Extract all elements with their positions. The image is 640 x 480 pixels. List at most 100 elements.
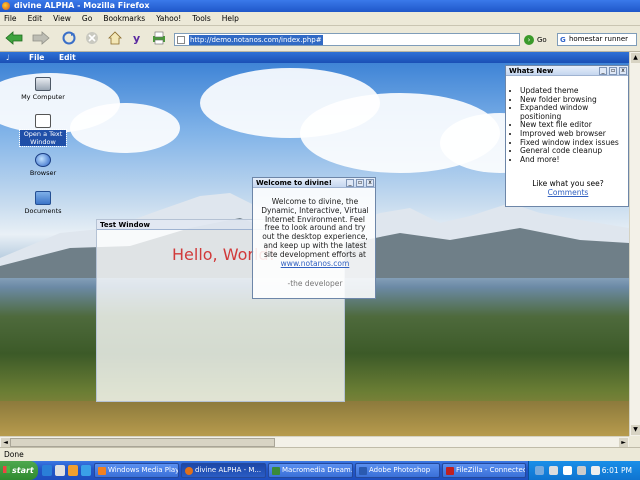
print-button[interactable] (150, 30, 168, 46)
quicklaunch-ie-icon[interactable] (42, 465, 52, 476)
address-bar[interactable]: http://demo.notanos.com/index.php# (174, 33, 520, 46)
go-arrow-icon: › (524, 34, 534, 45)
menu-yahoo[interactable]: Yahoo! (156, 14, 181, 23)
close-button[interactable]: x (619, 67, 627, 75)
folder-icon (35, 191, 51, 205)
task-firefox[interactable]: divine ALPHA - M... (181, 463, 266, 478)
vertical-scrollbar[interactable]: ▲ ▼ (629, 52, 640, 436)
menu-go[interactable]: Go (82, 14, 92, 23)
taskbar: start Windows Media Player divine ALPHA … (0, 461, 640, 480)
whats-new-question: Like what you see? (532, 179, 604, 188)
task-photoshop[interactable]: Adobe Photoshop (355, 463, 440, 478)
menu-help[interactable]: Help (222, 14, 239, 23)
tray-help-icon[interactable] (563, 466, 572, 475)
app-menu-edit[interactable]: Edit (59, 52, 76, 63)
app-menu-bar: ♩ File Edit (0, 52, 629, 63)
stop-button[interactable] (83, 30, 101, 46)
notanos-link[interactable]: www.notanos.com (281, 259, 350, 268)
task-label: Macromedia Dream... (282, 466, 353, 474)
stop-icon (86, 32, 98, 44)
welcome-signature: -the developer (287, 279, 343, 288)
whats-new-list: Updated theme New folder browsing Expand… (520, 86, 628, 165)
close-button[interactable]: x (366, 179, 374, 187)
yahoo-y-icon: y (133, 32, 140, 45)
forward-arrow-icon (32, 31, 50, 45)
google-icon: G (560, 36, 566, 44)
menu-tools[interactable]: Tools (192, 14, 210, 23)
menu-bookmarks[interactable]: Bookmarks (103, 14, 145, 23)
back-button[interactable] (3, 30, 25, 46)
home-button[interactable] (106, 30, 124, 46)
desktop-icon-label: Documents (24, 207, 62, 215)
tray-volume-icon[interactable] (591, 466, 600, 475)
scroll-down-icon[interactable]: ▼ (631, 425, 640, 435)
scroll-right-icon[interactable]: ► (619, 438, 628, 447)
status-bar: Done (0, 447, 640, 461)
reload-icon (62, 31, 76, 45)
media-player-icon (98, 467, 106, 475)
svg-text:y: y (133, 32, 140, 45)
window-titlebar: divine ALPHA - Mozilla Firefox (0, 0, 640, 12)
search-input[interactable]: G homestar runner (557, 33, 637, 46)
firefox-icon (185, 467, 193, 475)
field (0, 401, 629, 436)
scroll-thumb[interactable] (10, 438, 275, 447)
app-menu-file[interactable]: File (29, 52, 44, 63)
scroll-up-icon[interactable]: ▲ (631, 53, 640, 63)
maximize-button[interactable]: ▫ (609, 67, 617, 75)
task-label: divine ALPHA - M... (195, 466, 262, 474)
menu-file[interactable]: File (4, 14, 17, 23)
maximize-button[interactable]: ▫ (356, 179, 364, 187)
task-label: FileZilla - Connected... (456, 466, 525, 474)
scroll-left-icon[interactable]: ◄ (1, 438, 10, 447)
dreamweaver-icon (272, 467, 280, 475)
list-item: Expanded window positioning (520, 103, 628, 121)
yahoo-button[interactable]: y (130, 30, 144, 46)
tray-pen-icon[interactable] (549, 466, 558, 475)
address-url: http://demo.notanos.com/index.php# (189, 35, 323, 45)
home-icon (108, 31, 122, 45)
tray-monitor-icon[interactable] (577, 466, 586, 475)
task-media-player[interactable]: Windows Media Player (94, 463, 179, 478)
window-title: divine ALPHA - Mozilla Firefox (14, 1, 150, 10)
minimize-button[interactable]: _ (599, 67, 607, 75)
back-arrow-icon (5, 31, 23, 45)
status-text: Done (4, 450, 24, 459)
task-label: Adobe Photoshop (369, 466, 431, 474)
task-filezilla[interactable]: FileZilla - Connected... (442, 463, 526, 478)
desktop-icon-browser[interactable]: Browser (20, 153, 66, 177)
computer-icon (35, 77, 51, 91)
quicklaunch-messenger-icon[interactable] (81, 465, 91, 476)
printer-icon (153, 31, 165, 45)
task-dreamweaver[interactable]: Macromedia Dream... (268, 463, 353, 478)
desktop-icon-documents[interactable]: Documents (20, 191, 66, 215)
system-tray: 6:01 PM (528, 461, 640, 480)
firefox-icon (2, 2, 10, 10)
start-label: start (12, 466, 34, 475)
go-label: Go (537, 35, 547, 44)
navigation-toolbar: y http://demo.notanos.com/index.php# › G… (0, 26, 640, 52)
horizontal-scrollbar[interactable]: ◄ ► (0, 436, 629, 447)
quicklaunch-firefox-icon[interactable] (68, 465, 78, 476)
comments-link[interactable]: Comments (506, 188, 629, 197)
desktop-icon-label: My Computer (21, 93, 65, 101)
welcome-window[interactable]: Welcome to divine! _ ▫ x Welcome to divi… (252, 177, 376, 299)
desktop-icon-my-computer[interactable]: My Computer (20, 77, 66, 101)
forward-button[interactable] (30, 30, 52, 46)
divine-logo-icon[interactable]: ♩ (6, 52, 10, 63)
list-item: And more! (520, 155, 628, 165)
search-value: homestar runner (569, 35, 629, 43)
desktop-icon-text-window[interactable]: Open a Text Window (19, 114, 67, 147)
minimize-button[interactable]: _ (346, 179, 354, 187)
whats-new-window[interactable]: Whats New _ ▫ x Updated theme New folder… (505, 65, 629, 207)
start-button[interactable]: start (0, 461, 38, 480)
menu-edit[interactable]: Edit (28, 14, 43, 23)
welcome-text: Welcome to divine, the Dynamic, Interact… (256, 197, 374, 268)
menu-view[interactable]: View (53, 14, 71, 23)
desktop-icon-label: Open a Text Window (19, 129, 67, 147)
go-button[interactable]: › Go (524, 33, 547, 46)
globe-icon (35, 153, 51, 167)
tray-network-icon[interactable] (535, 466, 544, 475)
quicklaunch-desktop-icon[interactable] (55, 465, 65, 476)
reload-button[interactable] (60, 30, 78, 46)
